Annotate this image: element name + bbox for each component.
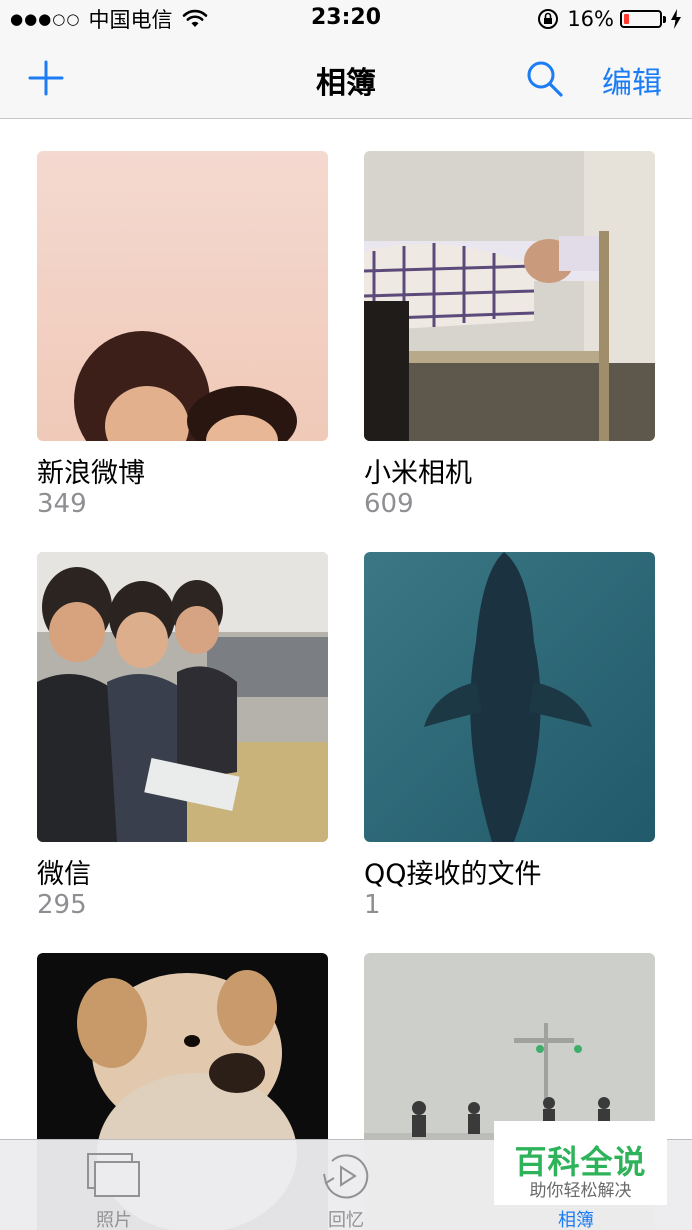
- tab-label: 回忆: [328, 1210, 364, 1230]
- album-thumbnail[interactable]: [364, 151, 655, 441]
- charging-icon: [671, 9, 681, 29]
- album-count: 1: [364, 890, 381, 920]
- watermark-logo: 百科全说 助你轻松解决: [494, 1121, 667, 1205]
- status-right: 16%: [537, 6, 682, 32]
- battery-tip: [663, 16, 666, 23]
- rotation-lock-icon: [538, 9, 559, 29]
- tab-memories[interactable]: 回忆: [276, 1140, 416, 1230]
- battery-icon: [620, 10, 666, 28]
- album-thumbnail[interactable]: [37, 552, 328, 842]
- page-title: 相簿: [316, 66, 376, 101]
- album-name: 新浪微博: [37, 458, 145, 489]
- album-thumbnail[interactable]: [364, 552, 655, 842]
- tab-label: 相簿: [558, 1210, 594, 1230]
- battery-level: [624, 14, 629, 24]
- battery-percent: 16%: [567, 7, 614, 31]
- watermark-subtitle: 助你轻松解决: [529, 1181, 632, 1201]
- whale-photo: [364, 552, 655, 842]
- edit-button[interactable]: 编辑: [602, 58, 662, 102]
- album-name: 小米相机: [364, 458, 472, 489]
- tab-photos[interactable]: 照片: [44, 1140, 184, 1230]
- memories-icon: [323, 1154, 369, 1199]
- photos-icon: [87, 1153, 140, 1197]
- album-name: 微信: [37, 859, 91, 890]
- search-button[interactable]: [524, 58, 566, 100]
- album-count: 349: [37, 489, 87, 519]
- album-name: QQ接收的文件: [364, 859, 542, 890]
- dorm-bed-photo: [364, 151, 655, 441]
- album-count: 295: [37, 890, 87, 920]
- nav-bar: 相簿 编辑: [0, 38, 692, 119]
- album-thumbnail[interactable]: [37, 151, 328, 441]
- selfie-photo: [37, 151, 328, 441]
- classroom-photo: [37, 552, 328, 842]
- tab-label: 照片: [96, 1210, 132, 1230]
- status-bar: ●●●○○ 中国电信 23:20 16%: [0, 0, 692, 38]
- album-count: 609: [364, 489, 414, 519]
